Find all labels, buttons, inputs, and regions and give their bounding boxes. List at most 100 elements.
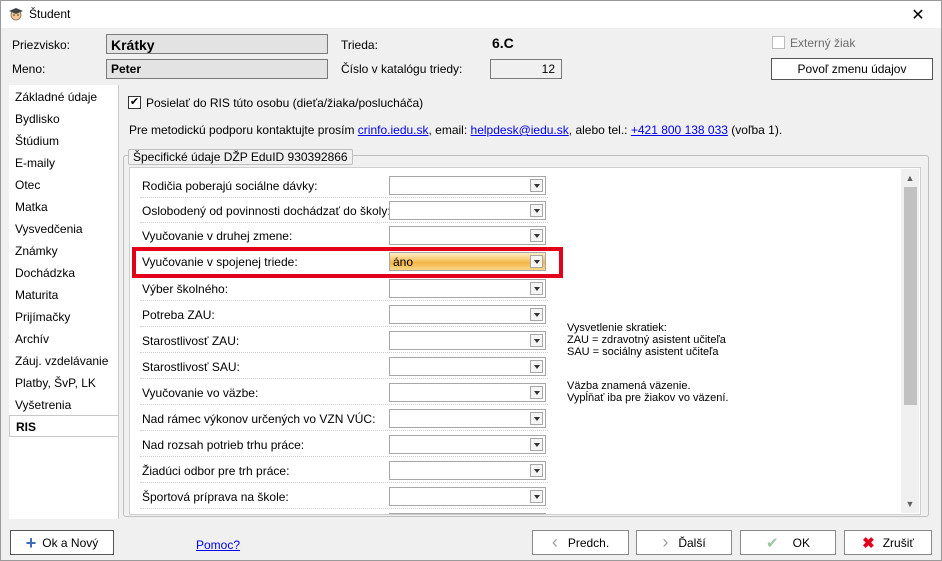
combo-sportova-priprava[interactable] <box>389 487 546 506</box>
chevron-down-icon[interactable] <box>530 412 543 425</box>
chevron-down-icon[interactable] <box>530 334 543 347</box>
row-label: Žiadúci odbor pre trh práce: <box>142 464 290 478</box>
sidebar-item-studium[interactable]: Štúdium <box>9 130 119 152</box>
combo-partial[interactable] <box>389 513 546 514</box>
chevron-down-icon[interactable] <box>530 229 543 242</box>
combo-starostlivost-zau[interactable] <box>389 331 546 350</box>
sidebar-item-vysvedcenia[interactable]: Vysvedčenia <box>9 218 119 240</box>
previous-button[interactable]: ‹ Predch. <box>532 530 629 555</box>
row-label: Potreba ZAU: <box>142 308 215 322</box>
chevron-down-icon[interactable] <box>530 179 543 192</box>
external-student-label: Externý žiak <box>790 36 856 50</box>
chevron-down-icon[interactable] <box>530 386 543 399</box>
crinfo-link[interactable]: crinfo.iedu.sk <box>358 123 429 137</box>
sidebar: Základné údaje Bydlisko Štúdium E-maily … <box>9 85 119 519</box>
abbreviations-note: Vysvetlenie skratiek: ZAU = zdravotný as… <box>567 322 726 358</box>
next-button[interactable]: › Ďalší <box>636 530 732 555</box>
next-label: Ďalší <box>678 535 706 550</box>
row-label: Vyučovanie v druhej zmene: <box>142 229 293 243</box>
vertical-scrollbar[interactable]: ▲ ▼ <box>901 169 919 513</box>
chevron-down-icon[interactable] <box>530 204 543 217</box>
note-line: Vypĺňať iba pre žiakov vo väzení. <box>567 392 729 404</box>
combo-potreba-zau[interactable] <box>389 305 546 324</box>
allow-change-button[interactable]: Povoľ zmenu údajov <box>771 58 933 80</box>
send-to-ris-checkbox[interactable]: ✔ <box>128 96 141 109</box>
row-divider <box>140 404 548 405</box>
row-label: Vyučovanie vo väzbe: <box>142 386 259 400</box>
support-suffix: (voľba 1). <box>731 123 783 137</box>
sidebar-item-vysetrenia[interactable]: Vyšetrenia <box>9 394 119 416</box>
chevron-down-icon[interactable] <box>530 282 543 295</box>
sidebar-item-matka[interactable]: Matka <box>9 196 119 218</box>
combo-oslobodeny[interactable] <box>389 201 546 220</box>
help-link[interactable]: Pomoc? <box>196 538 240 552</box>
surname-label: Priezvisko: <box>12 38 71 52</box>
helpdesk-email-link[interactable]: helpdesk@iedu.sk <box>471 123 569 137</box>
scroll-up-icon[interactable]: ▲ <box>905 173 915 183</box>
note-line: SAU = sociálny asistent učiteľa <box>567 346 719 358</box>
row-label: Športová príprava na škole: <box>142 490 289 504</box>
combo-vazba[interactable] <box>389 383 546 402</box>
row-label: Nad rozsah potrieb trhu práce: <box>142 438 305 452</box>
name-field: Peter <box>106 59 328 79</box>
row-divider <box>140 326 548 327</box>
row-label: Starostlivosť ZAU: <box>142 334 240 348</box>
chevron-down-icon[interactable] <box>530 308 543 321</box>
scroll-thumb[interactable] <box>904 187 917 405</box>
note-line: Vysvetlenie skratiek: <box>567 322 667 334</box>
specific-data-list: Rodičia poberajú sociálne dávky: Oslobod… <box>129 167 921 515</box>
combo-druha-zmena[interactable] <box>389 226 546 245</box>
ok-and-new-button[interactable]: + Ok a Nový <box>10 530 114 555</box>
sidebar-item-dochadzka[interactable]: Dochádzka <box>9 262 119 284</box>
external-student-checkbox[interactable] <box>772 36 785 49</box>
chevron-down-icon[interactable] <box>530 360 543 373</box>
cancel-label: Zrušiť <box>882 535 914 550</box>
chevron-left-icon: ‹ <box>551 532 558 552</box>
close-icon[interactable]: ✕ <box>895 1 941 28</box>
combo-rodicia-davky[interactable] <box>389 176 546 195</box>
class-value: 6.C <box>492 35 514 51</box>
highlight-frame <box>132 247 563 278</box>
row-label: Výber školného: <box>142 282 229 296</box>
row-divider <box>140 222 548 223</box>
sidebar-item-archiv[interactable]: Archív <box>9 328 119 350</box>
support-prefix: Pre metodickú podporu kontaktujte prosím <box>129 123 355 137</box>
sidebar-item-emaily[interactable]: E-maily <box>9 152 119 174</box>
cancel-button[interactable]: ✖ Zrušiť <box>844 530 932 555</box>
row-divider <box>140 197 548 198</box>
note-line: ZAU = zdravotný asistent učiteľa <box>567 334 726 346</box>
scroll-down-icon[interactable]: ▼ <box>905 499 915 509</box>
row-divider <box>140 430 548 431</box>
chevron-down-icon[interactable] <box>530 490 543 503</box>
sidebar-item-prijimacky[interactable]: Prijímačky <box>9 306 119 328</box>
sidebar-item-ris[interactable]: RIS <box>9 415 119 437</box>
row-divider <box>140 508 548 509</box>
sidebar-item-zauj-vzdelavanie[interactable]: Záuj. vzdelávanie <box>9 350 119 372</box>
ok-and-new-label: Ok a Nový <box>42 535 99 550</box>
row-divider <box>140 482 548 483</box>
phone-link[interactable]: +421 800 138 033 <box>631 123 728 137</box>
sidebar-item-znamky[interactable]: Známky <box>9 240 119 262</box>
row-divider <box>140 300 548 301</box>
sidebar-item-maturita[interactable]: Maturita <box>9 284 119 306</box>
group-title: Špecifické údaje DŽP EduID 930392866 <box>128 149 353 165</box>
sidebar-item-otec[interactable]: Otec <box>9 174 119 196</box>
sidebar-item-zakladne-udaje[interactable]: Základné údaje <box>9 86 119 108</box>
combo-starostlivost-sau[interactable] <box>389 357 546 376</box>
support-mid2: , alebo tel.: <box>568 123 628 137</box>
combo-vzn-vuc[interactable] <box>389 409 546 428</box>
ok-button[interactable]: ✔ OK <box>740 530 836 555</box>
send-to-ris-label: Posielať do RIS túto osobu (dieťa/žiaka/… <box>146 96 424 110</box>
combo-rozsah-trhu[interactable] <box>389 435 546 454</box>
combo-vyber-skolneho[interactable] <box>389 279 546 298</box>
row-divider <box>140 456 548 457</box>
ok-label: OK <box>792 535 810 550</box>
chevron-down-icon[interactable] <box>530 438 543 451</box>
row-divider <box>140 378 548 379</box>
sidebar-item-bydlisko[interactable]: Bydlisko <box>9 108 119 130</box>
name-label: Meno: <box>12 62 46 76</box>
combo-ziaduci-odbor[interactable] <box>389 461 546 480</box>
sidebar-item-platby[interactable]: Platby, ŠvP, LK <box>9 372 119 394</box>
close-icon: ✖ <box>862 534 875 552</box>
chevron-down-icon[interactable] <box>530 464 543 477</box>
